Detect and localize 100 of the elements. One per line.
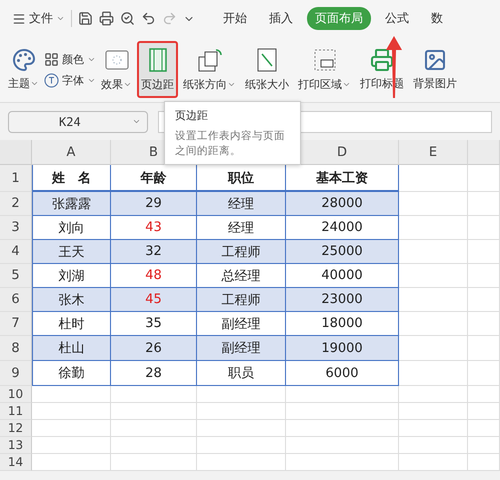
empty-cell[interactable] xyxy=(111,420,197,437)
empty-cell[interactable] xyxy=(399,454,468,471)
table-cell: 24000 xyxy=(286,216,399,240)
ribbon-tab[interactable]: 插入 xyxy=(261,7,301,30)
table-cell: 25000 xyxy=(286,240,399,264)
ribbon-button[interactable]: 主题 xyxy=(4,42,43,97)
page-rotate-icon xyxy=(196,47,222,73)
empty-cell[interactable] xyxy=(468,336,500,361)
empty-cell[interactable] xyxy=(468,437,500,454)
empty-cell[interactable] xyxy=(197,454,286,471)
file-menu[interactable]: 文件 xyxy=(29,10,53,27)
ribbon-tab[interactable]: 数 xyxy=(423,7,451,30)
font-circle-icon xyxy=(44,72,59,88)
row-header[interactable]: 2 xyxy=(0,192,32,216)
row-header[interactable]: 1 xyxy=(0,165,32,192)
ribbon-button[interactable]: 颜色 xyxy=(44,52,96,66)
empty-cell[interactable] xyxy=(111,437,197,454)
ribbon-button[interactable]: 字体 xyxy=(44,72,96,88)
empty-cell[interactable] xyxy=(197,437,286,454)
table-cell: 32 xyxy=(111,240,197,264)
ribbon-button[interactable]: 打印区域 xyxy=(294,41,355,98)
save-icon[interactable] xyxy=(78,11,93,26)
undo-icon[interactable] xyxy=(141,11,156,26)
select-all-corner[interactable] xyxy=(0,140,32,165)
ribbon-button[interactable]: 纸张方向 xyxy=(179,41,240,98)
table-cell: 经理 xyxy=(197,216,286,240)
column-header[interactable]: A xyxy=(32,140,111,165)
table-cell: 张露露 xyxy=(32,192,111,216)
empty-cell[interactable] xyxy=(468,165,500,192)
ribbon-tab[interactable]: 公式 xyxy=(377,7,417,30)
empty-cell[interactable] xyxy=(399,386,468,403)
header-cell: 基本工资 xyxy=(286,165,399,192)
ribbon-button[interactable]: 页边距 xyxy=(137,41,178,98)
empty-cell[interactable] xyxy=(111,454,197,471)
row-header[interactable]: 6 xyxy=(0,288,32,312)
row-header[interactable]: 4 xyxy=(0,240,32,264)
row-header[interactable]: 12 xyxy=(0,420,32,437)
empty-cell[interactable] xyxy=(197,420,286,437)
empty-cell[interactable] xyxy=(468,264,500,288)
ribbon-button[interactable]: 纸张大小 xyxy=(241,41,293,98)
table-cell: 19000 xyxy=(286,336,399,361)
empty-cell[interactable] xyxy=(286,420,399,437)
caret-icon xyxy=(132,117,141,126)
row-header[interactable]: 3 xyxy=(0,216,32,240)
table-cell: 45 xyxy=(111,288,197,312)
row-header[interactable]: 14 xyxy=(0,454,32,471)
table-cell: 29 xyxy=(111,192,197,216)
empty-cell[interactable] xyxy=(468,386,500,403)
empty-cell[interactable] xyxy=(111,386,197,403)
table-cell: 48 xyxy=(111,264,197,288)
empty-cell[interactable] xyxy=(468,454,500,471)
print-preview-icon[interactable] xyxy=(120,11,135,26)
empty-cell[interactable] xyxy=(468,216,500,240)
table-cell: 副经理 xyxy=(197,312,286,336)
tooltip-title: 页边距 xyxy=(175,108,209,123)
empty-cell[interactable] xyxy=(468,420,500,437)
caret-icon xyxy=(56,14,65,23)
table-cell: 35 xyxy=(111,312,197,336)
empty-cell[interactable] xyxy=(286,437,399,454)
column-header[interactable]: E xyxy=(399,140,468,165)
redo-icon[interactable] xyxy=(162,11,177,26)
name-box[interactable]: K24 xyxy=(8,110,148,132)
ribbon-button[interactable]: 背景图片 xyxy=(409,42,461,97)
table-cell: 刘向 xyxy=(32,216,111,240)
ribbon-tab[interactable]: 开始 xyxy=(215,7,255,30)
ribbon-button[interactable]: 效果 xyxy=(97,41,136,98)
empty-cell[interactable] xyxy=(286,403,399,420)
empty-cell[interactable] xyxy=(286,454,399,471)
header-cell: 姓 名 xyxy=(32,165,111,192)
empty-cell[interactable] xyxy=(468,403,500,420)
menu-icon[interactable] xyxy=(12,12,26,26)
table-cell: 副经理 xyxy=(197,336,286,361)
empty-cell[interactable] xyxy=(468,312,500,336)
empty-cell[interactable] xyxy=(197,386,286,403)
row-header[interactable]: 5 xyxy=(0,264,32,288)
empty-cell[interactable] xyxy=(468,288,500,312)
grid-icon xyxy=(44,52,59,66)
empty-cell[interactable] xyxy=(399,420,468,437)
empty-cell[interactable] xyxy=(197,403,286,420)
empty-cell[interactable] xyxy=(468,192,500,216)
row-header[interactable]: 11 xyxy=(0,403,32,420)
empty-cell[interactable] xyxy=(468,240,500,264)
table-cell: 徐勤 xyxy=(32,361,111,386)
row-header[interactable]: 8 xyxy=(0,336,32,361)
empty-cell[interactable] xyxy=(286,386,399,403)
printer-icon[interactable] xyxy=(99,11,114,26)
table-cell: 王天 xyxy=(32,240,111,264)
row-header[interactable]: 13 xyxy=(0,437,32,454)
empty-cell[interactable] xyxy=(399,437,468,454)
empty-cell[interactable] xyxy=(399,403,468,420)
table-cell: 张木 xyxy=(32,288,111,312)
table-cell: 杜时 xyxy=(32,312,111,336)
table-cell: 26 xyxy=(111,336,197,361)
row-header[interactable]: 9 xyxy=(0,361,32,386)
table-cell: 6000 xyxy=(286,361,399,386)
empty-cell[interactable] xyxy=(468,361,500,386)
row-header[interactable]: 10 xyxy=(0,386,32,403)
empty-cell[interactable] xyxy=(111,403,197,420)
row-header[interactable]: 7 xyxy=(0,312,32,336)
table-cell: 工程师 xyxy=(197,240,286,264)
